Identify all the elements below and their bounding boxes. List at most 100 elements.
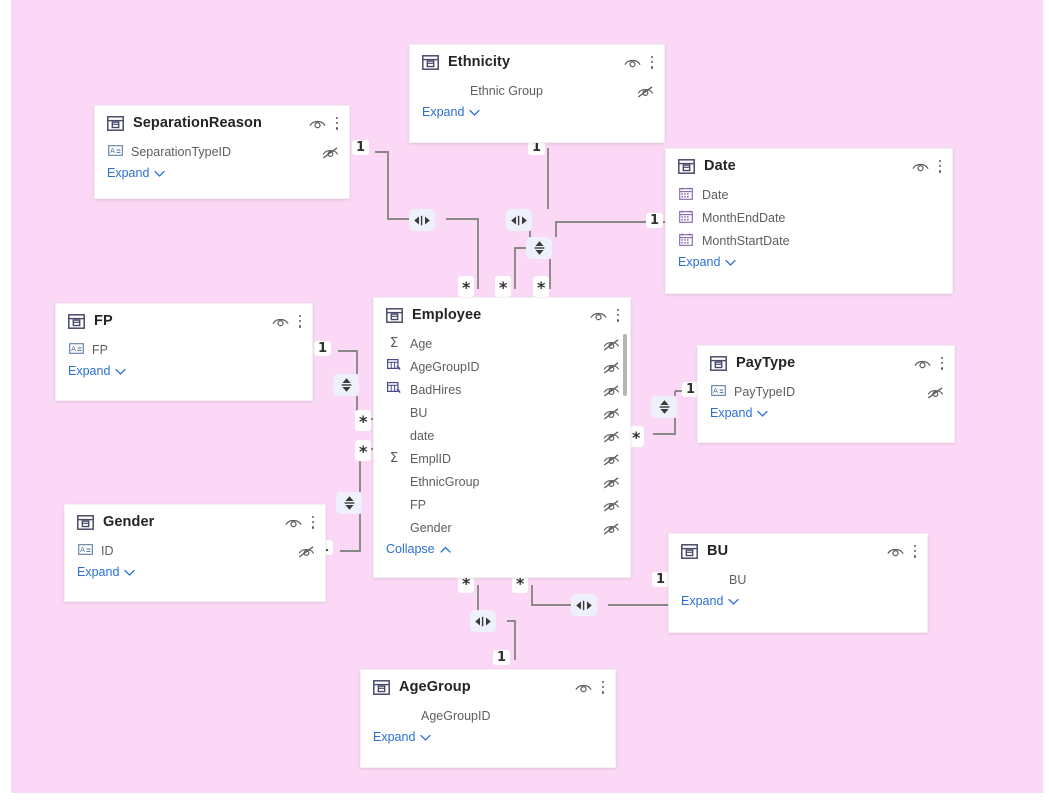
table-card-ethnicity[interactable]: Ethnicity Ethnic Group Expand <box>409 44 665 143</box>
eye-visible-icon[interactable] <box>914 357 931 369</box>
eye-hidden-icon <box>603 476 620 488</box>
table-card-header[interactable]: SeparationReason <box>95 106 349 138</box>
collapse-link[interactable]: Collapse <box>374 539 630 565</box>
field-row[interactable]: Σ EmplID <box>374 447 630 470</box>
more-options-icon[interactable] <box>311 515 315 530</box>
more-options-icon[interactable] <box>335 116 339 131</box>
field-row[interactable]: BU <box>669 568 927 591</box>
eye-visible-icon[interactable] <box>912 160 929 172</box>
field-row[interactable]: BU <box>374 401 630 424</box>
relationship-line-employee-bu[interactable] <box>531 585 673 606</box>
cross-filter-badge-ethnicity-employee[interactable] <box>506 209 532 231</box>
svg-text:A: A <box>110 147 115 155</box>
field-row[interactable]: AgeGroupID <box>374 355 630 378</box>
field-visibility-toggle[interactable] <box>603 430 619 442</box>
field-visibility-toggle[interactable] <box>603 338 619 350</box>
expand-link[interactable]: Expand <box>698 403 954 429</box>
field-visibility-toggle[interactable] <box>603 361 619 373</box>
expand-label: Expand <box>422 105 465 119</box>
field-row[interactable]: MonthStartDate <box>666 229 952 252</box>
eye-visible-icon[interactable] <box>285 516 302 528</box>
field-visibility-toggle[interactable] <box>637 85 653 97</box>
eye-visible-icon[interactable] <box>887 545 904 557</box>
field-visibility-toggle[interactable] <box>322 146 338 158</box>
field-row[interactable]: EthnicGroup <box>374 470 630 493</box>
text-az-icon: A <box>77 543 93 558</box>
table-header-actions <box>575 680 605 695</box>
field-visibility-toggle[interactable] <box>603 499 619 511</box>
field-row[interactable]: Σ Age <box>374 332 630 355</box>
eye-hidden-icon <box>322 146 339 158</box>
table-card-employee[interactable]: Employee Σ Age AgeGroupID BadHires BU date Σ Emp… <box>373 297 631 578</box>
field-visibility-toggle[interactable] <box>603 407 619 419</box>
chevron-down-icon <box>757 406 769 420</box>
more-options-icon[interactable] <box>938 159 942 174</box>
cross-filter-badge-gender-employee[interactable] <box>336 492 362 514</box>
field-row[interactable]: MonthEndDate <box>666 206 952 229</box>
table-card-bu[interactable]: BU BU Expand <box>668 533 928 633</box>
field-visibility-toggle[interactable] <box>298 545 314 557</box>
table-card-header[interactable]: Ethnicity <box>410 45 664 77</box>
field-row[interactable]: Date <box>666 183 952 206</box>
field-row[interactable]: AgeGroupID <box>361 704 615 727</box>
cross-filter-badge-employee-agegroup[interactable] <box>470 610 496 632</box>
field-row[interactable]: date <box>374 424 630 447</box>
table-card-header[interactable]: Date <box>666 149 952 181</box>
cross-filter-badge-date-employee[interactable] <box>526 237 552 259</box>
field-name: SeparationTypeID <box>131 144 232 159</box>
cross-filter-badge-employee-bu[interactable] <box>571 594 597 616</box>
field-row[interactable]: A PayTypeID <box>698 380 954 403</box>
field-list: A FP <box>56 336 312 361</box>
table-card-header[interactable]: PayType <box>698 346 954 378</box>
expand-link[interactable]: Expand <box>410 102 664 128</box>
eye-visible-icon[interactable] <box>590 309 607 321</box>
cardinality-label-from-fp-employee: 1 <box>314 341 332 356</box>
table-card-header[interactable]: Gender <box>65 505 325 537</box>
cross-filter-badge-employee-paytype[interactable] <box>651 396 677 418</box>
table-card-header[interactable]: FP <box>56 304 312 336</box>
field-row[interactable]: Gender <box>374 516 630 539</box>
field-row[interactable]: A FP <box>56 338 312 361</box>
table-card-separationreason[interactable]: SeparationReason A SeparationTypeID Expand <box>94 105 350 199</box>
field-visibility-toggle[interactable] <box>603 384 619 396</box>
field-row[interactable]: A SeparationTypeID <box>95 140 349 163</box>
cross-filter-badge-separationreason-employee[interactable] <box>409 209 435 231</box>
field-list-scrollbar[interactable] <box>623 334 627 396</box>
more-options-icon[interactable] <box>650 55 654 70</box>
field-row[interactable]: FP <box>374 493 630 516</box>
more-options-icon[interactable] <box>601 680 605 695</box>
expand-link[interactable]: Expand <box>95 163 349 189</box>
expand-link[interactable]: Expand <box>666 252 952 278</box>
table-card-agegroup[interactable]: AgeGroup AgeGroupID Expand <box>360 669 616 768</box>
field-list: BU <box>669 566 927 591</box>
field-visibility-toggle[interactable] <box>603 522 619 534</box>
cross-filter-badge-fp-employee[interactable] <box>333 374 359 396</box>
eye-visible-icon[interactable] <box>575 681 592 693</box>
table-card-date[interactable]: Date Date MonthEndDate MonthStartDate Expand <box>665 148 953 294</box>
more-options-icon[interactable] <box>940 356 944 371</box>
eye-visible-icon[interactable] <box>272 315 289 327</box>
field-visibility-toggle[interactable] <box>603 476 619 488</box>
relationship-line-date-employee[interactable] <box>549 221 668 289</box>
expand-link[interactable]: Expand <box>65 562 325 588</box>
expand-link[interactable]: Expand <box>56 361 312 387</box>
eye-visible-icon[interactable] <box>624 56 641 68</box>
table-card-header[interactable]: BU <box>669 534 927 566</box>
table-card-header[interactable]: AgeGroup <box>361 670 615 702</box>
table-card-paytype[interactable]: PayType A PayTypeID Expand <box>697 345 955 443</box>
table-card-header[interactable]: Employee <box>374 298 630 330</box>
table-card-fp[interactable]: FP A FP Expand <box>55 303 313 401</box>
field-visibility-toggle[interactable] <box>927 386 943 398</box>
expand-link[interactable]: Expand <box>669 591 927 617</box>
table-card-gender[interactable]: Gender A ID Expand <box>64 504 326 602</box>
field-row[interactable]: A ID <box>65 539 325 562</box>
expand-link[interactable]: Expand <box>361 727 615 753</box>
field-row[interactable]: BadHires <box>374 378 630 401</box>
cardinality-label-to-employee-bu: 1 <box>652 572 670 587</box>
more-options-icon[interactable] <box>616 308 620 323</box>
more-options-icon[interactable] <box>298 314 302 329</box>
eye-visible-icon[interactable] <box>309 117 326 129</box>
field-visibility-toggle[interactable] <box>603 453 619 465</box>
field-row[interactable]: Ethnic Group <box>410 79 664 102</box>
more-options-icon[interactable] <box>913 544 917 559</box>
